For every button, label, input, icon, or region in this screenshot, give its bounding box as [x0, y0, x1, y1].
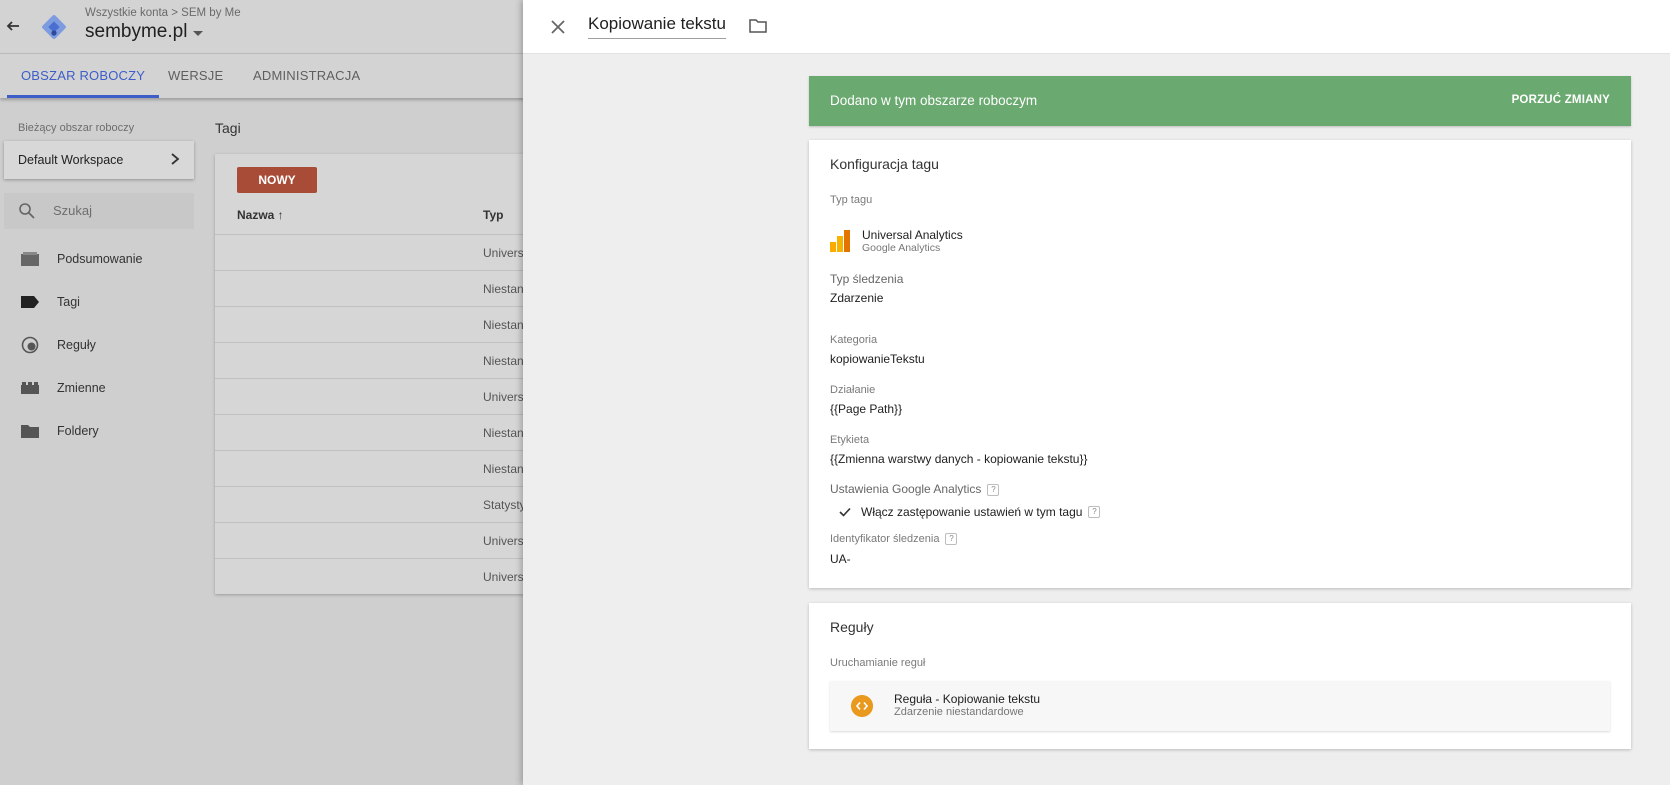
new-tag-button[interactable]: NOWY [237, 167, 317, 193]
sidebar-item-triggers[interactable]: Reguły [20, 334, 96, 356]
ga-settings-label: Ustawienia Google Analytics? [830, 482, 1000, 496]
table-row[interactable]: Universa [215, 234, 530, 270]
gtm-logo-icon [42, 15, 66, 39]
tag-type-label: Typ tagu [830, 194, 873, 206]
override-settings-row: Włącz zastępowanie ustawień w tym tagu? [838, 505, 1101, 519]
sidebar-item-label: Tagi [57, 295, 80, 309]
help-icon[interactable]: ? [1088, 506, 1101, 518]
search-icon [19, 203, 35, 219]
search-input[interactable]: Szukaj [4, 193, 194, 229]
sidebar-item-summary[interactable]: Podsumowanie [20, 248, 142, 270]
folder-icon [20, 421, 40, 441]
workspace-selector[interactable]: Default Workspace [4, 141, 194, 179]
workspace-status-banner: Dodano w tym obszarze roboczym PORZUĆ ZM… [809, 76, 1631, 126]
sidebar-item-label: Foldery [57, 424, 99, 438]
summary-icon [20, 249, 40, 269]
tag-type-name: Universal Analytics [862, 228, 963, 242]
table-row[interactable]: Niestan [215, 414, 525, 450]
table-row[interactable]: Statysty [215, 486, 526, 522]
table-row[interactable]: Niestan [215, 342, 525, 378]
tab-admin[interactable]: ADMINISTRACJA [253, 54, 360, 98]
tag-type-vendor: Google Analytics [862, 242, 941, 254]
row-type: Niestan [483, 426, 524, 440]
table-row[interactable]: Universa [215, 522, 530, 558]
workspace-label: Bieżący obszar roboczy [18, 122, 135, 134]
tag-name-input[interactable]: Kopiowanie tekstu [588, 14, 726, 39]
table-row[interactable]: Universa [215, 558, 530, 594]
column-header-type[interactable]: Typ [483, 208, 503, 222]
tracking-id-label: Identyfikator śledzenia? [830, 533, 958, 546]
sidebar-item-label: Zmienne [57, 381, 106, 395]
sidebar-item-tags[interactable]: Tagi [20, 291, 80, 313]
trigger-name: Reguła - Kopiowanie tekstu [894, 692, 1041, 706]
row-type: Niestan [483, 354, 524, 368]
event-label-value: {{Zmienna warstwy danych - kopiowanie te… [830, 452, 1088, 466]
event-label-label: Etykieta [830, 434, 870, 446]
trigger-type: Zdarzenie niestandardowe [894, 706, 1024, 718]
discard-changes-button[interactable]: PORZUĆ ZMIANY [1512, 94, 1610, 106]
tracking-id-text: Identyfikator śledzenia [830, 533, 940, 545]
custom-event-icon [851, 695, 873, 717]
container-selector[interactable]: sembyme.pl [85, 21, 204, 43]
variables-icon [20, 378, 40, 398]
sidebar-item-variables[interactable]: Zmienne [20, 377, 106, 399]
trigger-icon [20, 335, 40, 355]
row-type: Niestan [483, 318, 524, 332]
card-title: Reguły [830, 619, 874, 635]
sidebar-item-folders[interactable]: Foldery [20, 420, 99, 442]
track-type-label: Typ śledzenia [830, 272, 904, 286]
table-row[interactable]: Niestan [215, 306, 525, 342]
help-icon[interactable]: ? [987, 483, 1000, 496]
action-label: Działanie [830, 384, 876, 396]
table-row[interactable]: Niestan [215, 450, 525, 486]
card-title: Konfiguracja tagu [830, 156, 939, 172]
chevron-right-icon [171, 153, 180, 165]
sidebar-item-label: Reguły [57, 338, 96, 352]
column-header-name[interactable]: Nazwa ↑ [237, 208, 284, 222]
close-icon[interactable] [548, 17, 568, 37]
dropdown-caret-icon [193, 30, 204, 36]
table-row[interactable]: Universa [215, 378, 530, 414]
row-type: Niestan [483, 282, 524, 296]
search-placeholder: Szukaj [53, 203, 93, 218]
tags-table: NOWY Nazwa ↑ Typ Universa Niestan Niesta… [215, 154, 530, 594]
drawer-header: Kopiowanie tekstu [523, 0, 1670, 54]
tag-icon [20, 292, 40, 312]
triggering-card[interactable]: Reguły Uruchamianie reguł Reguła - Kopio… [809, 603, 1631, 749]
page-title: Tagi [215, 120, 241, 136]
tab-versions[interactable]: WERSJE [168, 54, 223, 98]
folder-icon[interactable] [748, 16, 768, 36]
help-icon[interactable]: ? [945, 533, 958, 546]
override-settings-text: Włącz zastępowanie ustawień w tym tagu [861, 505, 1083, 519]
firing-triggers-label: Uruchamianie reguł [830, 657, 926, 669]
banner-text: Dodano w tym obszarze roboczym [830, 93, 1038, 108]
checkmark-icon [839, 507, 851, 517]
tag-configuration-card[interactable]: Konfiguracja tagu Typ tagu Universal Ana… [809, 140, 1631, 588]
back-arrow-icon[interactable] [4, 17, 22, 35]
trigger-item[interactable]: Reguła - Kopiowanie tekstu Zdarzenie nie… [830, 681, 1610, 731]
ga-settings-text: Ustawienia Google Analytics [830, 482, 982, 496]
container-name: sembyme.pl [85, 21, 188, 42]
row-type: Statysty [483, 498, 526, 512]
tracking-id-value: UA- [830, 552, 851, 566]
row-type: Niestan [483, 462, 524, 476]
account-breadcrumb[interactable]: Wszystkie konta > SEM by Me [85, 7, 241, 19]
action-value: {{Page Path}} [830, 402, 903, 416]
category-value: kopiowanieTekstu [830, 352, 925, 366]
track-type-value: Zdarzenie [830, 291, 884, 305]
table-row[interactable]: Niestan [215, 270, 525, 306]
workspace-name: Default Workspace [18, 153, 124, 167]
category-label: Kategoria [830, 334, 878, 346]
sidebar-item-label: Podsumowanie [57, 252, 143, 266]
tab-workspace[interactable]: OBSZAR ROBOCZY [7, 54, 160, 98]
google-analytics-icon [830, 230, 850, 252]
tag-editor-drawer: Kopiowanie tekstu Dodano w tym obszarze … [523, 0, 1670, 785]
